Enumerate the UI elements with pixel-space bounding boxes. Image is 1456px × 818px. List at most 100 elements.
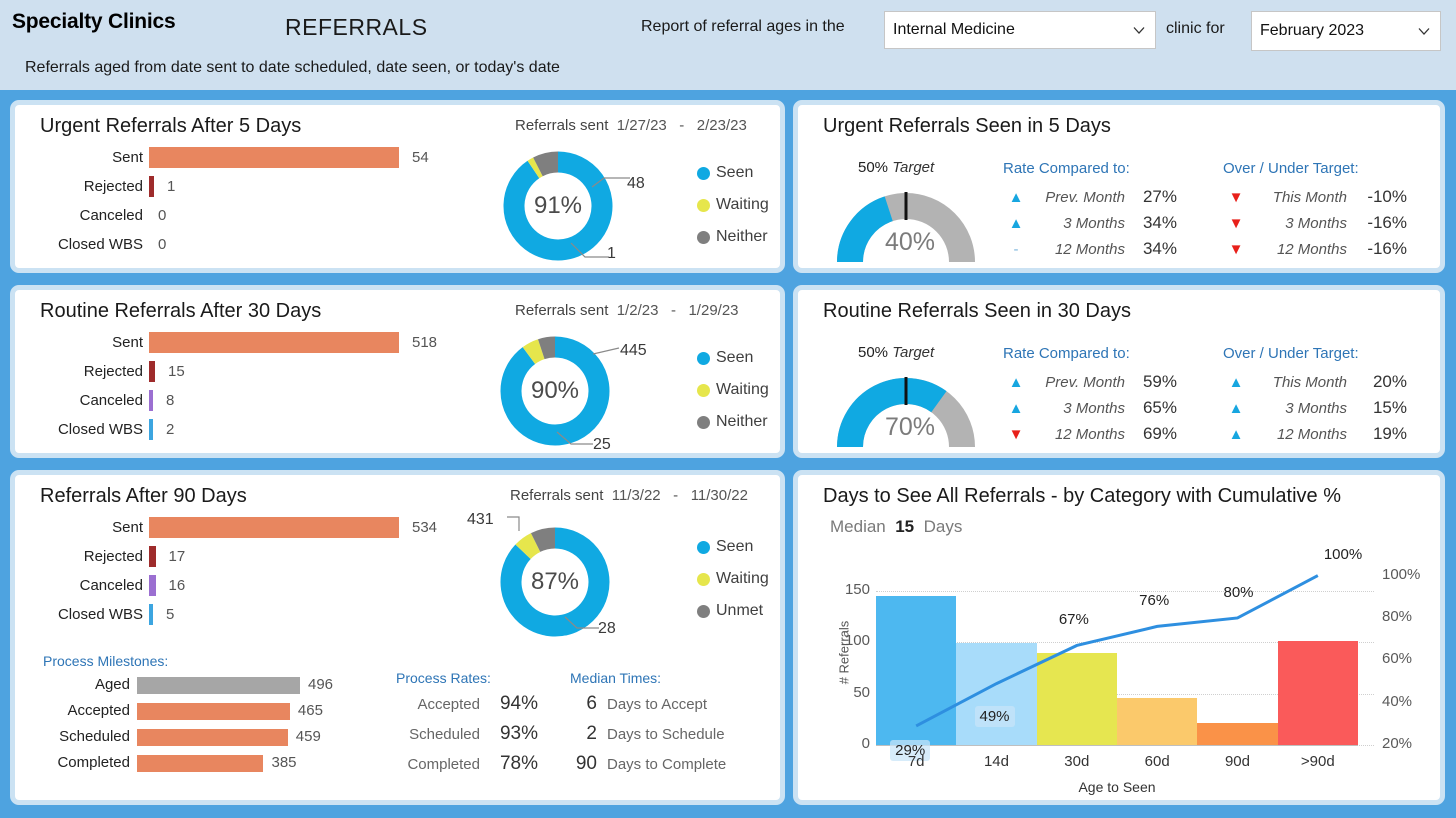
time-label: Days to Accept — [607, 696, 708, 713]
status-row: Canceled 16 — [15, 573, 445, 602]
target-header: Over / Under Target: — [1223, 345, 1359, 362]
kpi-row: ▲ 3 Months 34% — [1003, 210, 1203, 236]
kpi-label: 12 Months — [1276, 425, 1347, 443]
page-title: REFERRALS — [285, 14, 428, 40]
gauge-value: 70% — [884, 413, 936, 441]
card-days-to-see-all-referrals: Days to See All Referrals - by Category … — [793, 470, 1445, 805]
period-dropdown-value: February 2023 — [1260, 22, 1365, 39]
legend-dot-icon — [697, 198, 710, 212]
legend-item: Seen — [697, 157, 769, 189]
status-label: Closed WBS — [57, 421, 143, 438]
rate-value: 78% — [499, 753, 538, 774]
rate-row: Accepted 94% — [385, 693, 538, 723]
rate-label: Completed — [407, 756, 480, 773]
legend-item: Neither — [697, 221, 769, 253]
cumulative-label: 100% — [1323, 545, 1363, 563]
milestone-value: 496 — [308, 676, 334, 693]
triangle-down-icon: ▼ — [1228, 214, 1244, 232]
gauge-value: 40% — [884, 228, 936, 256]
time-row: 6 Days to Accept — [563, 693, 726, 723]
target-header: Over / Under Target: — [1223, 160, 1359, 177]
milestones-list: Aged 496 Accepted 465 Scheduled 459 Comp… — [25, 673, 365, 777]
status-bar-wrap — [149, 147, 399, 168]
milestone-value: 465 — [297, 702, 323, 719]
kpi-row: ▲ Prev. Month 27% — [1003, 184, 1203, 210]
legend-dot-icon — [697, 166, 710, 180]
card-urgent-referrals-after-5-days: Urgent Referrals After 5 Days Sent 54 Re… — [10, 100, 785, 273]
period-dropdown[interactable]: February 2023 — [1251, 11, 1441, 51]
chevron-down-icon — [1131, 22, 1147, 38]
kpi-value: -16% — [1367, 213, 1407, 232]
kpi-label: This Month — [1272, 188, 1347, 206]
rate-label: Scheduled — [409, 726, 480, 743]
milestone-label: Accepted — [67, 702, 130, 719]
sent-label: Referrals sent — [515, 117, 609, 134]
routine-legend: Seen Waiting Neither — [697, 342, 769, 438]
kpi-value: 34% — [1142, 239, 1177, 258]
triangle-down-icon: ▼ — [1228, 240, 1244, 258]
milestone-bar — [137, 703, 290, 720]
clinic-dropdown[interactable]: Internal Medicine — [884, 11, 1156, 49]
legend-dot-icon — [697, 604, 710, 618]
report-mid-text: clinic for — [1166, 20, 1225, 37]
status-value: 0 — [158, 236, 167, 253]
gauge-target-label: 50% Target — [858, 159, 934, 176]
legend-dot-icon — [697, 230, 710, 244]
date-from: 11/3/22 — [611, 487, 661, 504]
days90-legend: Seen Waiting Unmet — [697, 531, 769, 627]
status-bar-wrap — [149, 361, 155, 382]
rate-header: Rate Compared to: — [1003, 160, 1130, 177]
clinic-dropdown-value: Internal Medicine — [893, 21, 1015, 38]
date-to: 1/29/23 — [688, 302, 739, 319]
time-value: 6 — [586, 693, 597, 714]
status-label: Closed WBS — [57, 236, 143, 253]
date-dash: - — [679, 117, 685, 134]
milestone-row: Accepted 465 — [25, 699, 365, 725]
date-to: 2/23/23 — [696, 117, 747, 134]
legend-item: Waiting — [697, 189, 769, 221]
kpi-row: ▲ 12 Months 19% — [1223, 421, 1428, 447]
kpi-label: 12 Months — [1276, 240, 1347, 258]
status-label: Sent — [112, 519, 143, 536]
status-bar — [149, 604, 153, 625]
x-axis-title: Age to Seen — [1078, 779, 1156, 795]
kpi-row: ▼ 12 Months 69% — [1003, 421, 1203, 447]
card-title: Referrals After 90 Days — [40, 485, 247, 507]
date-dash: - — [670, 302, 676, 319]
sent-label: Referrals sent — [510, 487, 604, 504]
status-bar-wrap — [149, 176, 154, 197]
kpi-value: 27% — [1142, 187, 1177, 206]
kpi-label: This Month — [1272, 373, 1347, 391]
status-value: 54 — [412, 149, 429, 166]
kpi-row: ▲ This Month 20% — [1223, 369, 1428, 395]
status-bar-wrap — [149, 390, 153, 411]
status-bar — [149, 332, 399, 353]
median-days-line: Median 15 Days — [830, 517, 962, 537]
status-row: Rejected 15 — [15, 359, 445, 388]
legend-dot-icon — [697, 572, 710, 586]
legend-label: Waiting — [716, 196, 769, 213]
card-title: Urgent Referrals After 5 Days — [40, 115, 302, 137]
status-row: Rejected 1 — [15, 174, 445, 203]
status-bar-wrap — [149, 517, 399, 538]
status-label: Rejected — [83, 178, 143, 195]
routine-sent-daterange: Referrals sent 1/2/23 - 1/29/23 — [515, 302, 739, 319]
process-rates-list: Accepted 94% Scheduled 93% Completed 78% — [385, 693, 538, 783]
callout-leader-line — [507, 516, 520, 531]
status-row: Canceled 0 — [15, 203, 445, 232]
legend-label: Waiting — [716, 570, 769, 587]
callout-leader-line — [556, 431, 593, 445]
status-row: Closed WBS 0 — [15, 232, 445, 261]
legend-label: Unmet — [716, 602, 764, 619]
status-bar — [149, 390, 153, 411]
legend-label: Neither — [716, 413, 768, 430]
status-value: 5 — [166, 606, 175, 623]
chevron-down-icon — [1416, 23, 1432, 39]
status-row: Closed WBS 2 — [15, 417, 445, 446]
x-axis-tick: 7d — [907, 753, 925, 770]
legend-item: Neither — [697, 406, 769, 438]
callout-leader-line — [564, 616, 599, 629]
rate-header: Rate Compared to: — [1003, 345, 1130, 362]
status-row: Sent 54 — [15, 145, 445, 174]
urgent-status-list: Sent 54 Rejected 1 Canceled 0 Closed WBS… — [15, 145, 445, 261]
